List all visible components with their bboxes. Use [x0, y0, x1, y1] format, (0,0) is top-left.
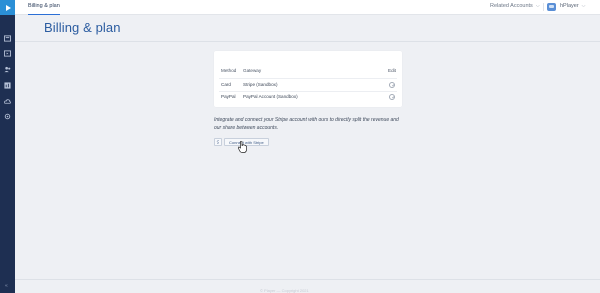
column-header-edit: Edit: [388, 68, 396, 73]
analytics-icon[interactable]: [4, 81, 11, 89]
payment-methods-card: Method Gateway Edit Card Stripe (Sandbox…: [214, 51, 402, 107]
hand-pointer-icon: [238, 141, 247, 153]
divider: [543, 3, 544, 11]
divider: [219, 78, 397, 79]
row-paypal-method: PayPal: [221, 94, 236, 99]
page-header: Billing & plan: [15, 15, 600, 42]
cloud-icon[interactable]: [4, 98, 11, 104]
tab-billing-plan[interactable]: Billing & plan: [28, 0, 60, 15]
app-logo-icon[interactable]: [0, 0, 15, 15]
sidebar: «: [0, 0, 15, 293]
chevron-down-icon: ⌵: [535, 3, 540, 9]
collapse-sidebar-icon[interactable]: «: [5, 284, 8, 289]
footer-divider: [15, 279, 600, 280]
users-icon[interactable]: [4, 66, 11, 72]
related-accounts-label: Related Accounts: [490, 3, 533, 9]
player-avatar-icon[interactable]: [547, 3, 556, 11]
chevron-down-icon: ⌵: [581, 3, 586, 9]
related-accounts-dropdown[interactable]: Related Accounts ⌵: [490, 0, 540, 13]
page-title: Billing & plan: [44, 20, 121, 35]
row-paypal-gateway: PayPal Account (Sandbox): [243, 94, 298, 99]
video-library-icon[interactable]: [4, 34, 11, 42]
stripe-icon: [214, 137, 222, 146]
edit-card-button[interactable]: [389, 82, 395, 88]
player-account-dropdown[interactable]: hPlayer ⌵: [560, 0, 585, 13]
divider: [219, 91, 397, 92]
column-header-gateway: Gateway: [243, 68, 262, 73]
player-name-label: hPlayer: [560, 3, 579, 9]
top-bar: Billing & plan Related Accounts ⌵ hPlayer…: [15, 0, 600, 15]
playlist-icon[interactable]: [4, 49, 11, 57]
footer-text: © Player — Copyright 2021: [260, 288, 309, 293]
row-card-method: Card: [221, 82, 231, 87]
stripe-info-text: Integrate and connect your Stripe accoun…: [214, 117, 399, 131]
settings-icon[interactable]: [4, 113, 11, 119]
row-card-gateway: Stripe (Sandbox): [243, 82, 278, 87]
edit-paypal-button[interactable]: [389, 94, 395, 100]
column-header-method: Method: [221, 68, 237, 73]
